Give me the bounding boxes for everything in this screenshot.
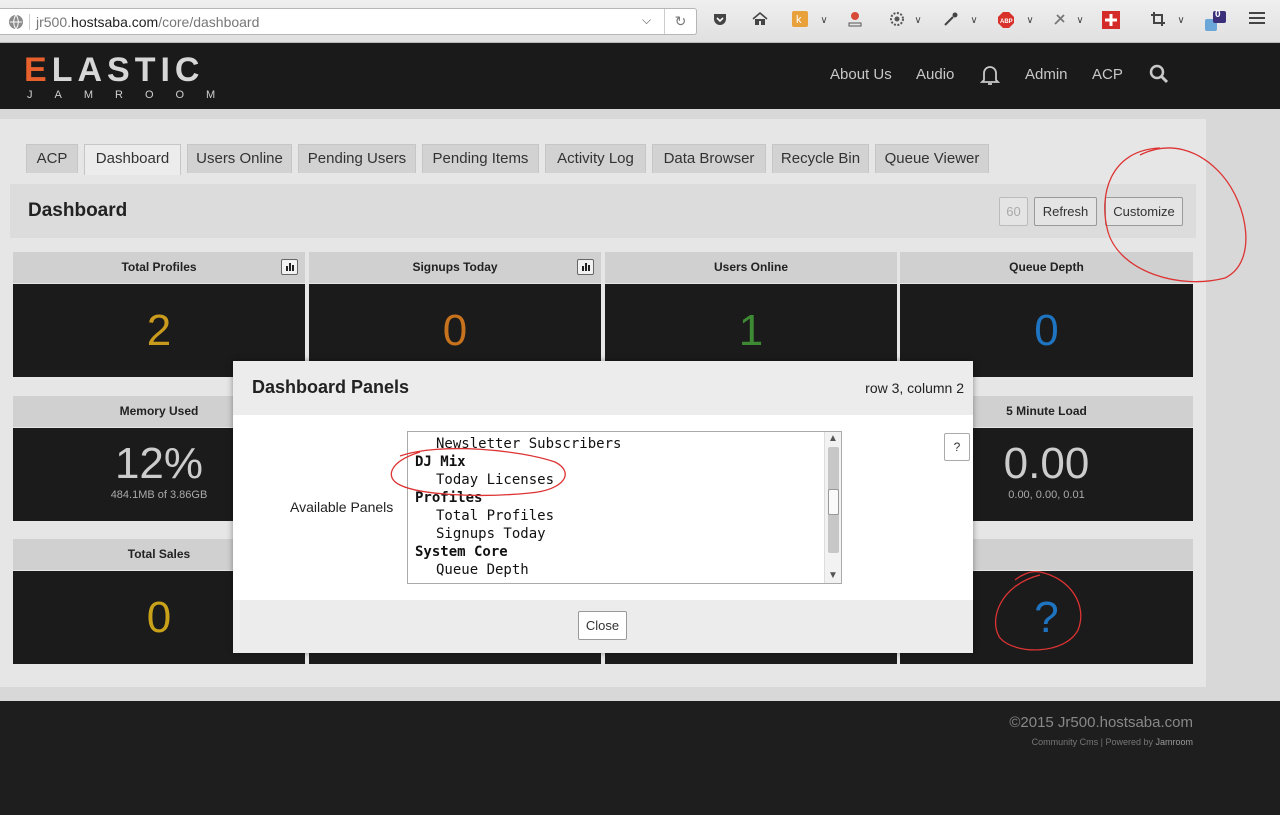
available-panels-select[interactable]: Newsletter Subscribers DJ Mix Today Lice… (407, 431, 842, 584)
jamroom-link[interactable]: Jamroom (1155, 737, 1193, 747)
settings-gear-icon[interactable] (887, 11, 907, 31)
globe-icon (9, 14, 23, 30)
tab-recycle-bin[interactable]: Recycle Bin (772, 144, 869, 173)
chevron-down-icon[interactable]: ∨ (968, 11, 980, 31)
modal-footer: Close (233, 600, 973, 653)
tools-icon[interactable] (1050, 11, 1070, 31)
modal-header: Dashboard Panels row 3, column 2 (233, 361, 973, 415)
available-panels-label: Available Panels (290, 499, 394, 515)
bar-chart-icon[interactable] (577, 259, 594, 275)
list-group: System Core (415, 544, 508, 560)
list-group: DJ Mix (415, 454, 466, 470)
search-icon[interactable] (1149, 64, 1169, 88)
tab-pending-users[interactable]: Pending Users (298, 144, 416, 173)
svg-text:k: k (796, 14, 802, 26)
help-button[interactable]: ? (944, 433, 970, 461)
nav-acp[interactable]: ACP (1092, 66, 1123, 83)
dashboard-panels-modal: Dashboard Panels row 3, column 2 Availab… (233, 361, 973, 653)
address-bar[interactable]: jr500.hostsaba.com/core/dashboard ⌵ ↻ (0, 8, 697, 35)
powered-by-text: Community Cms | Powered by Jamroom (1031, 737, 1193, 747)
cms-link[interactable]: Community Cms (1032, 737, 1099, 747)
tab-activity-log[interactable]: Activity Log (545, 144, 646, 173)
tile-header-signups-today: Signups Today (309, 252, 601, 283)
bar-chart-icon[interactable] (281, 259, 298, 275)
svg-text:ABP: ABP (1000, 19, 1013, 25)
refresh-interval-counter[interactable]: 60 (999, 197, 1028, 226)
tab-queue-viewer[interactable]: Queue Viewer (875, 144, 989, 173)
modal-location: row 3, column 2 (865, 380, 964, 396)
chevron-down-icon[interactable]: ∨ (1074, 11, 1086, 31)
url-history-dropdown-icon[interactable]: ⌵ (642, 13, 651, 28)
menu-hamburger-icon[interactable] (1247, 11, 1267, 31)
list-item[interactable]: Signups Today (436, 526, 546, 542)
chevron-down-icon[interactable]: ∨ (818, 11, 830, 31)
tile-value: 0 (1034, 306, 1059, 355)
modal-title: Dashboard Panels (252, 377, 410, 397)
red-cross-icon[interactable] (1101, 11, 1121, 31)
tile-value: 0 (442, 306, 468, 355)
list-item[interactable]: Queue Depth (436, 562, 529, 578)
close-button[interactable]: Close (578, 611, 627, 640)
tab-users-online[interactable]: Users Online (187, 144, 292, 173)
notification-badge-icon[interactable]: 0 (1203, 9, 1229, 31)
list-scrollbar[interactable]: ▲ ▼ (824, 432, 841, 583)
nav-admin[interactable]: Admin (1025, 66, 1068, 83)
nav-about-us[interactable]: About Us (830, 66, 892, 83)
url-text: jr500.hostsaba.com/core/dashboard (36, 14, 260, 30)
tab-data-browser[interactable]: Data Browser (652, 144, 766, 173)
nav-audio[interactable]: Audio (916, 66, 954, 83)
page-title: Dashboard (28, 200, 128, 221)
tile-header-total-profiles: Total Profiles (13, 252, 305, 283)
chevron-down-icon[interactable]: ∨ (912, 11, 924, 31)
tab-dashboard[interactable]: Dashboard (84, 144, 181, 175)
list-item[interactable]: Today Licenses (436, 472, 554, 488)
site-header: ELASTIC JAMROOM About Us Audio Admin ACP (0, 44, 1280, 109)
reload-icon[interactable]: ↻ (664, 9, 696, 34)
list-item[interactable]: Total Profiles (436, 508, 554, 524)
refresh-button[interactable]: Refresh (1034, 197, 1097, 226)
crop-icon[interactable] (1148, 11, 1168, 31)
tab-acp[interactable]: ACP (26, 144, 78, 173)
tile-value: 1 (738, 306, 764, 355)
pocket-icon[interactable] (710, 11, 730, 31)
scroll-up-icon[interactable]: ▲ (825, 432, 841, 446)
tile-value: 2 (146, 306, 172, 355)
elastic-jamroom-logo[interactable]: ELASTIC JAMROOM (24, 53, 237, 101)
site-footer: ©2015 Jr500.hostsaba.com Community Cms |… (0, 701, 1280, 815)
bell-icon[interactable] (979, 64, 1001, 90)
tile-header-queue-depth: Queue Depth (900, 252, 1193, 283)
chevron-down-icon[interactable]: ∨ (1175, 11, 1187, 31)
list-group: Profiles (415, 490, 483, 506)
scroll-down-icon[interactable]: ▼ (825, 569, 841, 583)
download-icon[interactable] (845, 11, 865, 31)
chevron-down-icon[interactable]: ∨ (1024, 11, 1036, 31)
home-icon[interactable] (750, 11, 770, 31)
eyedropper-icon[interactable] (941, 11, 961, 31)
tab-pending-items[interactable]: Pending Items (422, 144, 539, 173)
adblock-icon[interactable]: ABP (996, 11, 1016, 31)
list-item[interactable]: Newsletter Subscribers (436, 436, 621, 452)
dashboard-header: Dashboard 60 Refresh Customize (10, 184, 1196, 238)
rss-reader-icon[interactable]: k (791, 11, 809, 31)
copyright-text: ©2015 Jr500.hostsaba.com (1009, 714, 1193, 731)
browser-toolbar: jr500.hostsaba.com/core/dashboard ⌵ ↻ k … (0, 0, 1280, 43)
scroll-thumb[interactable] (828, 489, 839, 515)
tile-header-users-online: Users Online (605, 252, 897, 283)
badge-count: 0 (1215, 9, 1221, 20)
customize-button[interactable]: Customize (1105, 197, 1183, 226)
